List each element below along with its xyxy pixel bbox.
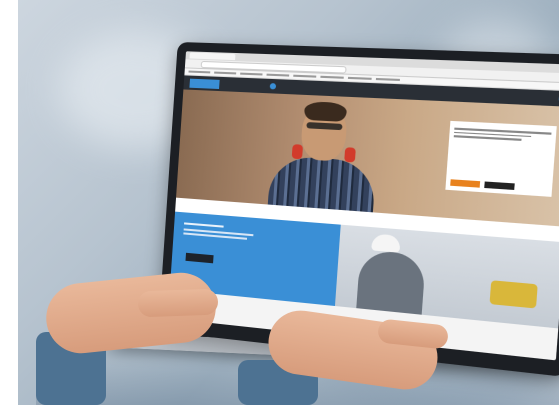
hard-hat <box>371 234 401 253</box>
photo-scene <box>18 0 559 405</box>
feature-photo <box>335 225 559 329</box>
ear-protection <box>292 144 303 159</box>
logo-icon <box>189 78 219 88</box>
promo-secondary-button <box>484 181 514 190</box>
search-icon <box>270 83 277 89</box>
promo-primary-button <box>450 179 480 187</box>
ear-protection <box>344 147 356 162</box>
laptop-screen <box>168 51 559 360</box>
worker-hair <box>304 101 347 122</box>
left-hand-fingers <box>138 289 219 318</box>
hero-promo-card <box>445 121 556 197</box>
power-tool <box>489 280 537 308</box>
feature-button <box>185 253 213 264</box>
